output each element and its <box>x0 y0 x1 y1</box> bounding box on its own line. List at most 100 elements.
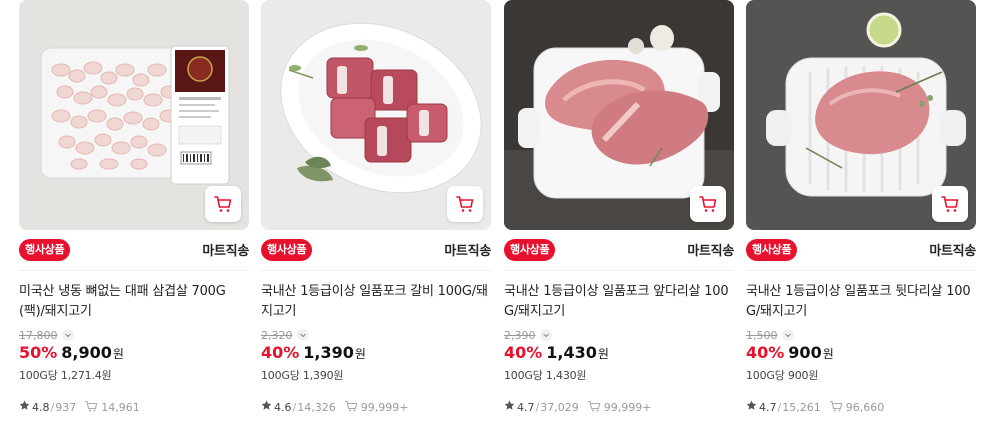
price-row: 40% 900 원 <box>746 343 834 365</box>
separator: / <box>535 400 540 414</box>
purchase-icon <box>84 400 101 415</box>
original-price: 1,500 <box>746 328 778 342</box>
rating-value: 4.8 <box>32 400 50 414</box>
chevron-down-icon[interactable] <box>539 329 552 341</box>
separator: / <box>292 400 297 414</box>
stats-row: 4.8 / 937 14,961 <box>19 399 140 415</box>
original-price-row: 17,800 <box>19 327 74 343</box>
purchase-count-group: 96,660 <box>829 400 885 415</box>
purchase-count-group: 99,999+ <box>344 400 409 415</box>
divider <box>19 270 249 271</box>
currency-label: 원 <box>354 347 366 361</box>
chevron-down-icon[interactable] <box>296 329 309 341</box>
review-count[interactable]: 14,326 <box>297 401 336 414</box>
sale-price: 1,390 <box>303 343 354 362</box>
cart-icon <box>940 194 960 214</box>
stats-row: 4.7 / 37,029 99,999+ <box>504 399 651 415</box>
cart-icon <box>455 194 475 214</box>
discount-rate: 40% <box>261 343 300 362</box>
discount-rate: 40% <box>504 343 543 362</box>
review-count[interactable]: 15,261 <box>782 401 821 414</box>
product-card[interactable]: 행사상품 마트직송 국내산 1등급이상 일품포크 뒷다리살 100G/돼지고기 … <box>746 0 976 441</box>
discount-rate: 40% <box>746 343 785 362</box>
original-price-row: 2,390 <box>504 327 552 343</box>
product-image[interactable] <box>504 0 734 230</box>
purchase-count: 99,999+ <box>360 400 409 414</box>
cart-icon <box>213 194 233 214</box>
product-title[interactable]: 국내산 1등급이상 일품포크 뒷다리살 100G/돼지고기 <box>746 282 974 322</box>
product-card[interactable]: 행사상품 마트직송 미국산 냉동 뼈없는 대패 삼겹살 700G(팩)/돼지고기… <box>19 0 249 441</box>
add-to-cart-button[interactable] <box>205 186 241 222</box>
product-image[interactable] <box>19 0 249 230</box>
add-to-cart-button[interactable] <box>932 186 968 222</box>
event-badge: 행사상품 <box>261 239 313 261</box>
rating-value: 4.6 <box>274 400 292 414</box>
delivery-label: 마트직송 <box>202 244 249 259</box>
product-title[interactable]: 미국산 냉동 뼈없는 대패 삼겹살 700G(팩)/돼지고기 <box>19 282 247 322</box>
product-image[interactable] <box>746 0 976 230</box>
divider <box>504 270 734 271</box>
unit-price: 100G당 1,390원 <box>261 369 344 382</box>
purchase-icon <box>587 400 604 415</box>
review-count[interactable]: 937 <box>55 401 76 414</box>
cart-icon <box>698 194 718 214</box>
stats-row: 4.7 / 15,261 96,660 <box>746 399 884 415</box>
badge-row: 행사상품 마트직송 <box>504 238 734 262</box>
review-count[interactable]: 37,029 <box>540 401 579 414</box>
unit-price: 100G당 1,271.4원 <box>19 369 112 382</box>
purchase-icon <box>829 400 846 415</box>
event-badge: 행사상품 <box>746 239 798 261</box>
purchase-count: 99,999+ <box>603 400 652 414</box>
sale-price: 1,430 <box>546 343 597 362</box>
product-card[interactable]: 행사상품 마트직송 국내산 1등급이상 일품포크 앞다리살 100G/돼지고기 … <box>504 0 734 441</box>
original-price: 17,800 <box>19 328 58 342</box>
unit-price: 100G당 900원 <box>746 369 819 382</box>
delivery-label: 마트직송 <box>444 244 491 259</box>
purchase-count-group: 99,999+ <box>587 400 652 415</box>
original-price-row: 2,320 <box>261 327 309 343</box>
rating-value: 4.7 <box>517 400 535 414</box>
sale-price: 8,900 <box>61 343 112 362</box>
price-row: 40% 1,430 원 <box>504 343 609 365</box>
star-icon <box>504 400 515 414</box>
purchase-count: 14,961 <box>101 400 140 414</box>
star-icon <box>746 400 757 414</box>
product-card[interactable]: 행사상품 마트직송 국내산 1등급이상 일품포크 갈비 100G/돼지고기 2,… <box>261 0 491 441</box>
badge-row: 행사상품 마트직송 <box>746 238 976 262</box>
purchase-count: 96,660 <box>845 400 885 414</box>
price-row: 50% 8,900 원 <box>19 343 124 365</box>
chevron-down-icon[interactable] <box>781 329 794 341</box>
price-row: 40% 1,390 원 <box>261 343 366 365</box>
star-icon <box>19 400 30 414</box>
original-price: 2,390 <box>504 328 536 342</box>
stats-row: 4.6 / 14,326 99,999+ <box>261 399 408 415</box>
delivery-label: 마트직송 <box>687 244 734 259</box>
badge-row: 행사상품 마트직송 <box>19 238 249 262</box>
purchase-icon <box>344 400 361 415</box>
product-image[interactable] <box>261 0 491 230</box>
star-icon <box>261 400 272 414</box>
event-badge: 행사상품 <box>19 239 71 261</box>
add-to-cart-button[interactable] <box>690 186 726 222</box>
separator: / <box>50 400 55 414</box>
original-price-row: 1,500 <box>746 327 794 343</box>
delivery-label: 마트직송 <box>929 244 976 259</box>
separator: / <box>777 400 782 414</box>
original-price: 2,320 <box>261 328 293 342</box>
discount-rate: 50% <box>19 343 58 362</box>
product-title[interactable]: 국내산 1등급이상 일품포크 갈비 100G/돼지고기 <box>261 282 489 322</box>
rating-value: 4.7 <box>759 400 777 414</box>
unit-price: 100G당 1,430원 <box>504 369 587 382</box>
add-to-cart-button[interactable] <box>447 186 483 222</box>
event-badge: 행사상품 <box>504 239 556 261</box>
sale-price: 900 <box>788 343 822 362</box>
currency-label: 원 <box>822 347 834 361</box>
currency-label: 원 <box>597 347 609 361</box>
chevron-down-icon[interactable] <box>61 329 74 341</box>
divider <box>261 270 491 271</box>
product-grid: 행사상품 마트직송 미국산 냉동 뼈없는 대패 삼겹살 700G(팩)/돼지고기… <box>0 0 991 441</box>
divider <box>746 270 976 271</box>
badge-row: 행사상품 마트직송 <box>261 238 491 262</box>
purchase-count-group: 14,961 <box>84 400 140 415</box>
product-title[interactable]: 국내산 1등급이상 일품포크 앞다리살 100G/돼지고기 <box>504 282 732 322</box>
